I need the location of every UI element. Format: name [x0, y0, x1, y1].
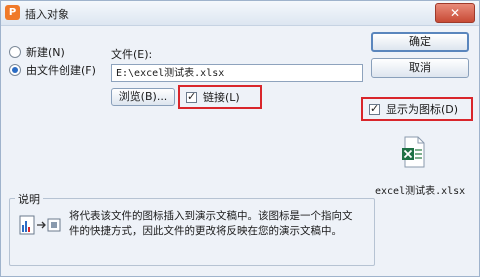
app-icon: P: [5, 5, 20, 20]
result-description: 将代表该文件的图标插入到演示文稿中。该图标是一个指向文件的快捷方式，因此文件的更…: [69, 210, 353, 237]
create-new-option[interactable]: 新建(N): [9, 44, 65, 60]
title-bar: P 插入对象 ✕: [1, 1, 479, 26]
browse-button[interactable]: 浏览(B)...: [111, 88, 175, 106]
create-from-file-label: 由文件创建(F): [26, 64, 96, 77]
close-button[interactable]: ✕: [435, 3, 475, 23]
display-as-icon-checkbox[interactable]: [369, 102, 380, 115]
cancel-button[interactable]: 取消: [371, 58, 469, 78]
create-from-file-option[interactable]: 由文件创建(F): [9, 62, 96, 78]
link-label: 链接(L): [203, 91, 240, 104]
file-path-input[interactable]: E:\excel测试表.xlsx: [111, 64, 363, 82]
ok-button[interactable]: 确定: [371, 32, 469, 52]
excel-file-icon: [402, 136, 425, 168]
insert-object-dialog: P 插入对象 ✕ 新建(N) 由文件创建(F) 文件(E): E:\excel测…: [0, 0, 480, 277]
link-option[interactable]: 链接(L): [178, 85, 262, 109]
result-icon: [19, 215, 61, 235]
window-title: 插入对象: [25, 8, 69, 21]
file-label: 文件(E):: [111, 48, 153, 61]
result-title: 说明: [15, 191, 43, 207]
display-as-icon-option[interactable]: 显示为图标(D): [361, 97, 473, 121]
display-as-icon-label: 显示为图标(D): [386, 103, 459, 116]
create-from-file-radio[interactable]: [9, 64, 21, 76]
create-new-label: 新建(N): [26, 46, 65, 59]
create-new-radio[interactable]: [9, 46, 21, 58]
icon-caption: excel测试表.xlsx: [375, 186, 466, 197]
link-checkbox[interactable]: [186, 90, 197, 103]
